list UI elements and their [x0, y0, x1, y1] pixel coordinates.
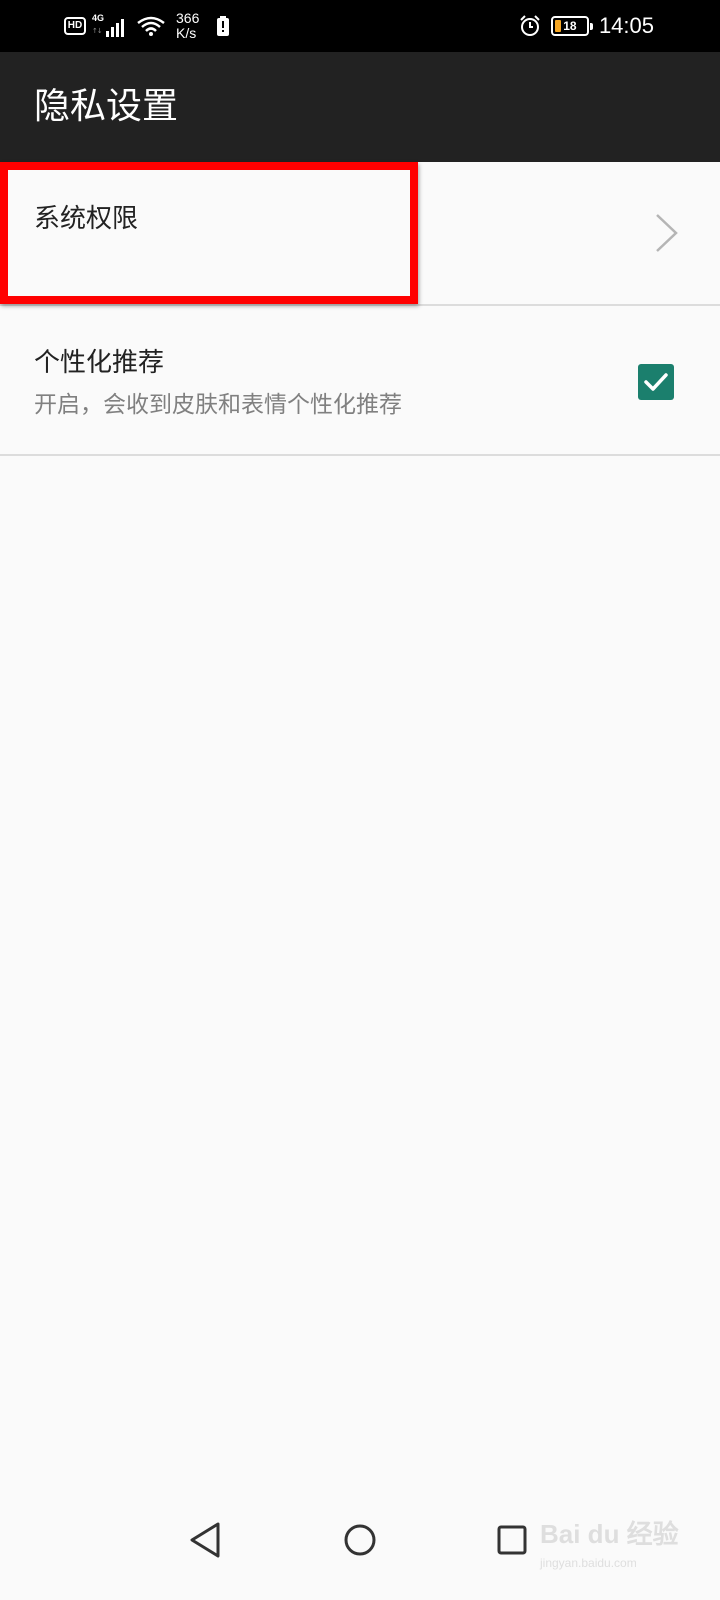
status-bar-right: 18 14:05 [519, 0, 654, 52]
chevron-right-icon [656, 214, 678, 252]
checkbox-checked-icon[interactable] [638, 364, 674, 400]
recent-apps-icon[interactable] [488, 1516, 536, 1564]
status-bar: HD 4G ↑↓ 366 K/s 18 14:05 [0, 0, 720, 52]
app-bar: 隐私设置 [0, 52, 720, 162]
settings-item-personalized-recommendation[interactable]: 个性化推荐 开启，会收到皮肤和表情个性化推荐 [0, 306, 720, 456]
watermark-logo: Bai du 经验 [540, 1519, 679, 1549]
battery-notification-icon [217, 16, 230, 36]
signal-icon: 4G ↑↓ [92, 13, 130, 39]
watermark: Bai du 经验 jingyan.baidu.com [540, 1514, 680, 1578]
clock: 14:05 [598, 13, 654, 38]
settings-item-subtitle: 开启，会收到皮肤和表情个性化推荐 [34, 392, 402, 418]
speed-unit: K/s [176, 25, 197, 41]
network-type-label: 4G [92, 13, 105, 23]
status-bar-left: HD 4G ↑↓ 366 K/s [64, 0, 230, 52]
battery-level: 18 [563, 19, 577, 33]
signal-bars [106, 19, 124, 37]
alarm-icon [520, 15, 540, 36]
back-icon[interactable] [182, 1516, 230, 1564]
settings-item-system-permissions[interactable]: 系统权限 [0, 162, 720, 306]
speed-value: 366 [176, 10, 200, 26]
network-speed: 366 K/s [176, 11, 199, 41]
watermark-url: jingyan.baidu.com [540, 1556, 637, 1570]
settings-item-title: 系统权限 [34, 204, 139, 234]
hd-icon: HD [64, 17, 86, 35]
settings-item-title: 个性化推荐 [34, 348, 165, 378]
page-title: 隐私设置 [34, 86, 179, 127]
battery-icon: 18 [550, 16, 593, 36]
data-arrows-icon: ↑↓ [92, 27, 103, 35]
wifi-icon [137, 16, 165, 36]
home-icon[interactable] [336, 1516, 384, 1564]
